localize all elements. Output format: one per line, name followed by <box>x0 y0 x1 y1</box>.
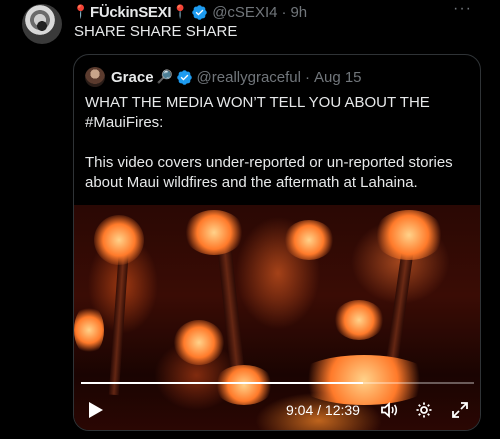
video-progress-fill <box>81 382 363 384</box>
quoted-author-handle[interactable]: @reallygraceful <box>197 69 301 86</box>
play-icon[interactable] <box>88 401 104 419</box>
separator-dot: · <box>281 3 287 21</box>
quoted-text: WHAT THE MEDIA WON’T TELL YOU ABOUT THE … <box>85 93 475 213</box>
magnifier-emoji: 🔎 <box>156 69 173 84</box>
author-avatar[interactable] <box>22 4 62 44</box>
quoted-author-name[interactable]: Grace <box>111 69 154 86</box>
separator-dot: · <box>304 68 310 86</box>
quoted-text-line: WHAT THE MEDIA WON’T TELL YOU ABOUT THE … <box>85 94 430 131</box>
quoted-author-avatar[interactable] <box>85 67 105 87</box>
tweet-time[interactable]: 9h <box>290 4 307 21</box>
fullscreen-icon[interactable] <box>450 400 470 420</box>
video-frame-fire <box>374 210 444 260</box>
video-frame-tree <box>108 244 130 396</box>
video-frame-fire <box>334 300 384 340</box>
tweet-header: 📍 FÜckinSEXI 📍 @cSEXI4 · 9h <box>72 2 307 22</box>
quoted-text-line: This video covers under-reported or un-r… <box>85 154 453 191</box>
tweet-text: SHARE SHARE SHARE <box>74 23 238 40</box>
verified-badge-icon[interactable] <box>191 4 208 21</box>
author-handle[interactable]: @cSEXI4 <box>212 4 277 21</box>
video-frame-fire <box>184 210 244 255</box>
volume-icon[interactable] <box>379 400 399 420</box>
video-frame-fire <box>74 305 104 355</box>
quoted-time[interactable]: Aug 15 <box>314 69 362 86</box>
video-progress-bar[interactable] <box>81 382 474 384</box>
pin-emoji-left: 📍 <box>72 4 90 19</box>
pin-emoji-right: 📍 <box>172 4 189 19</box>
quoted-header: Grace 🔎 @reallygraceful · Aug 15 <box>85 67 362 87</box>
tweet[interactable]: 📍 FÜckinSEXI 📍 @cSEXI4 · 9h ··· SHARE SH… <box>0 0 500 439</box>
verified-badge-icon[interactable] <box>176 69 193 86</box>
quoted-tweet[interactable]: Grace 🔎 @reallygraceful · Aug 15 WHAT TH… <box>73 54 481 431</box>
more-options-icon[interactable]: ··· <box>453 0 472 18</box>
video-frame-fire <box>94 215 144 265</box>
author-display-name[interactable]: FÜckinSEXI <box>90 4 172 21</box>
video-time-display: 9:04 / 12:39 <box>286 402 360 418</box>
video-frame-fire <box>174 320 224 365</box>
video-frame-fire <box>284 220 334 260</box>
video-controls: 9:04 / 12:39 <box>74 395 480 425</box>
settings-gear-icon[interactable] <box>414 400 434 420</box>
video-player[interactable]: 9:04 / 12:39 <box>74 205 480 430</box>
